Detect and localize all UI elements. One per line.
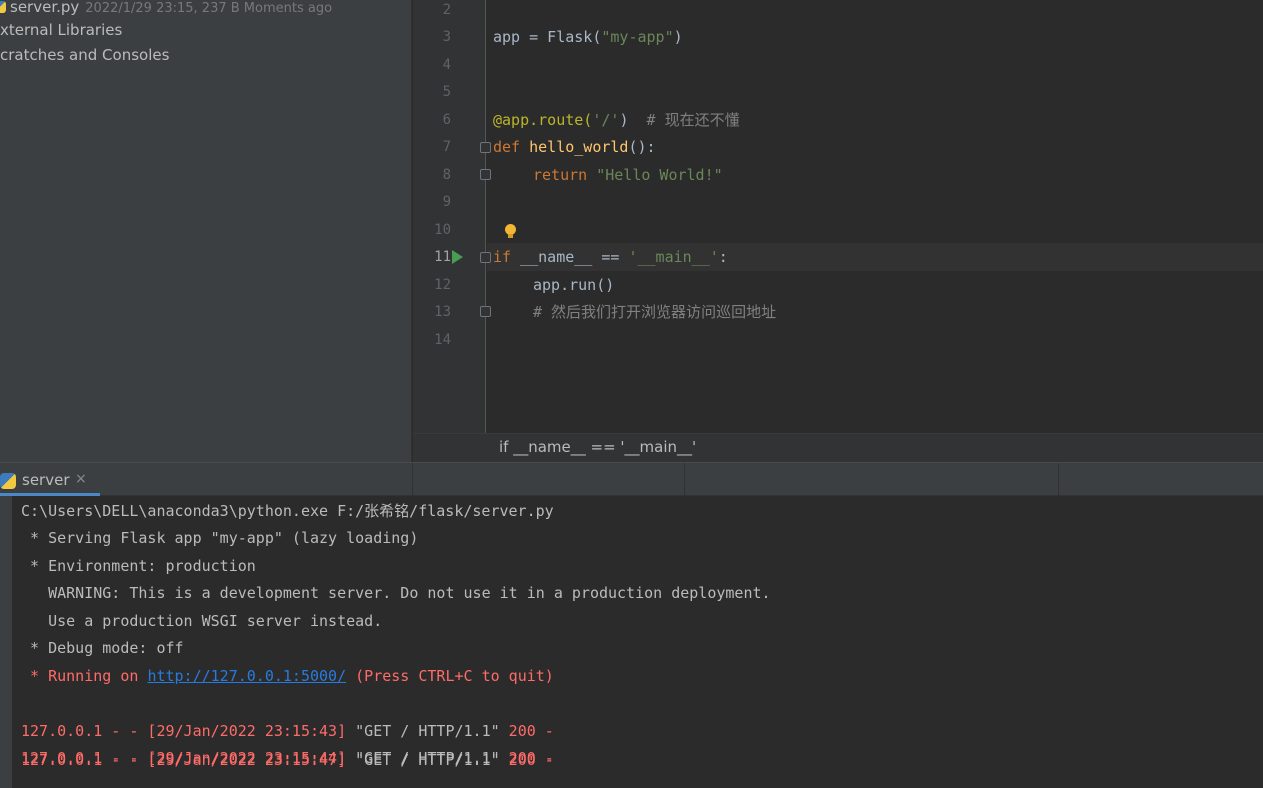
code-line-8: return "Hello World!" [533,166,723,184]
code-line-12: app.run() [533,276,615,294]
line-number: 10 [434,222,451,238]
tab-divider [684,463,685,496]
line-number: 4 [442,57,451,73]
tree-item-label: xternal Libraries [0,21,123,39]
run-console[interactable]: C:\Users\DELL\anaconda3\python.exe F:/张希… [0,496,1263,788]
console-line: * Serving Flask app "my-app" (lazy loadi… [21,529,419,547]
breadcrumb-bar: if __name__ == '__main__' [413,433,1263,462]
fold-marker-icon[interactable] [480,169,491,180]
code-line-13: # 然后我们打开浏览器访问巡回地址 [533,303,777,321]
tab-label: server [22,471,70,489]
line-number: 2 [442,2,451,18]
console-line: C:\Users\DELL\anaconda3\python.exe F:/张希… [21,502,554,520]
breadcrumb[interactable]: if __name__ == '__main__' [499,438,696,456]
line-number: 5 [442,84,451,100]
tab-divider [1058,463,1059,496]
tree-item-meta: 2022/1/29 23:15, 237 B Moments ago [85,1,333,16]
console-line: Use a production WSGI server instead. [21,612,383,630]
tab-divider [412,463,413,496]
console-request-line: 127.0.0.1 - - [29/Jan/2022 23:15:43] "GE… [21,722,554,740]
code-line-11: if __name__ == '__main__': [493,248,728,266]
code-editor[interactable]: 2 3 4 5 6 7 8 9 10 11 12 13 14 app = Fla… [413,0,1263,433]
code-line-7: def hello_world(): [493,138,656,156]
console-toolbar [0,496,12,788]
fold-marker-icon[interactable] [480,252,491,263]
intention-bulb-icon[interactable] [505,224,516,238]
code-line-6: @app.route('/') # 现在还不懂 [493,111,740,129]
line-number: 6 [442,112,451,128]
tree-item-external-libraries[interactable]: xternal Libraries [0,18,122,42]
console-line: WARNING: This is a development server. D… [21,584,771,602]
tree-item-server-py[interactable]: server.py 2022/1/29 23:15, 237 B Moments … [0,0,332,19]
console-request-line: 127.0.0.1 - - [29/Jan/2022 23:15:47] "GE… [21,751,554,769]
line-number: 8 [442,167,451,183]
console-line-running: * Running on http://127.0.0.1:5000/ (Pre… [21,667,554,685]
tree-item-scratches[interactable]: cratches and Consoles [0,43,169,67]
tree-item-label: cratches and Consoles [0,46,170,64]
console-line: * Debug mode: off [21,639,184,657]
code-line-3: app = Flask("my-app") [493,28,683,46]
python-file-icon [0,1,6,13]
server-url-link[interactable]: http://127.0.0.1:5000/ [147,667,346,685]
project-panel: server.py 2022/1/29 23:15, 237 B Moments … [0,0,412,462]
run-gutter-icon[interactable] [452,250,463,264]
line-number: 7 [442,139,451,155]
tree-item-label: server.py [10,0,80,16]
line-number: 3 [442,29,451,45]
fold-marker-icon[interactable] [480,142,491,153]
line-number: 12 [434,277,451,293]
line-number: 14 [434,332,451,348]
run-tab-bar: server × [0,462,1263,496]
fold-marker-icon[interactable] [480,306,491,317]
tab-server[interactable]: server × [0,463,100,496]
line-number: 13 [434,304,451,320]
line-number: 9 [442,194,451,210]
line-number-current: 11 [434,249,451,265]
python-file-icon [0,473,16,489]
editor-gutter: 2 3 4 5 6 7 8 9 10 11 12 13 14 [413,0,486,433]
console-line: * Environment: production [21,557,256,575]
close-icon[interactable]: × [75,471,87,487]
